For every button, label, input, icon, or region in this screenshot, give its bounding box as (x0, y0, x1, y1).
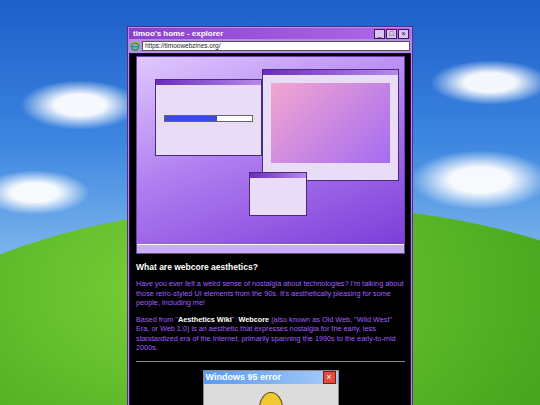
error-title-bar: Windows 95 error × (204, 371, 338, 384)
bee-icon (259, 392, 283, 405)
text-segment: Webcore (238, 315, 269, 324)
error-title: Windows 95 error (206, 371, 281, 384)
banner-window (262, 69, 399, 181)
article-paragraph: Based from "Aesthetics Wiki": Webcore (a… (136, 315, 405, 353)
cloud (410, 150, 540, 210)
banner-image (136, 56, 405, 254)
divider (136, 361, 405, 362)
window-control-button[interactable]: × (398, 29, 409, 39)
error-dialog-image: Windows 95 error × (203, 370, 339, 405)
window-controls: _□× (374, 29, 409, 39)
cloud (430, 60, 540, 105)
title-bar[interactable]: timoo's home - explorer _□× (129, 28, 411, 39)
banner-window (249, 172, 307, 216)
cloud (20, 80, 140, 130)
error-body (204, 384, 338, 405)
article-heading: What are webcore aesthetics? (136, 262, 405, 273)
text-segment: ": (232, 315, 239, 324)
article-paragraph: Have you ever felt a weird sense of nost… (136, 279, 405, 308)
ie-logo-icon (130, 41, 140, 51)
banner-window (155, 79, 262, 156)
browser-window[interactable]: timoo's home - explorer_□×https://timoow… (127, 26, 413, 405)
cloud (0, 170, 90, 215)
close-button[interactable]: × (323, 371, 336, 384)
url-field[interactable]: https://timoowebzines.org/ (142, 41, 410, 51)
page-content: What are webcore aesthetics? Have you eve… (129, 53, 411, 405)
text-segment: Aesthetics Wiki (178, 315, 232, 324)
text-segment: Have you ever felt a weird sense of nost… (136, 279, 404, 307)
window-title: timoo's home - explorer (133, 28, 223, 39)
text-segment: Based from " (136, 315, 178, 324)
window-control-button[interactable]: □ (386, 29, 397, 39)
window-control-button[interactable]: _ (374, 29, 385, 39)
address-bar[interactable]: https://timoowebzines.org/ (130, 41, 410, 51)
banner-taskbar (137, 244, 404, 253)
desktop: timoo's home - explorer_□×https://timoow… (0, 0, 540, 405)
